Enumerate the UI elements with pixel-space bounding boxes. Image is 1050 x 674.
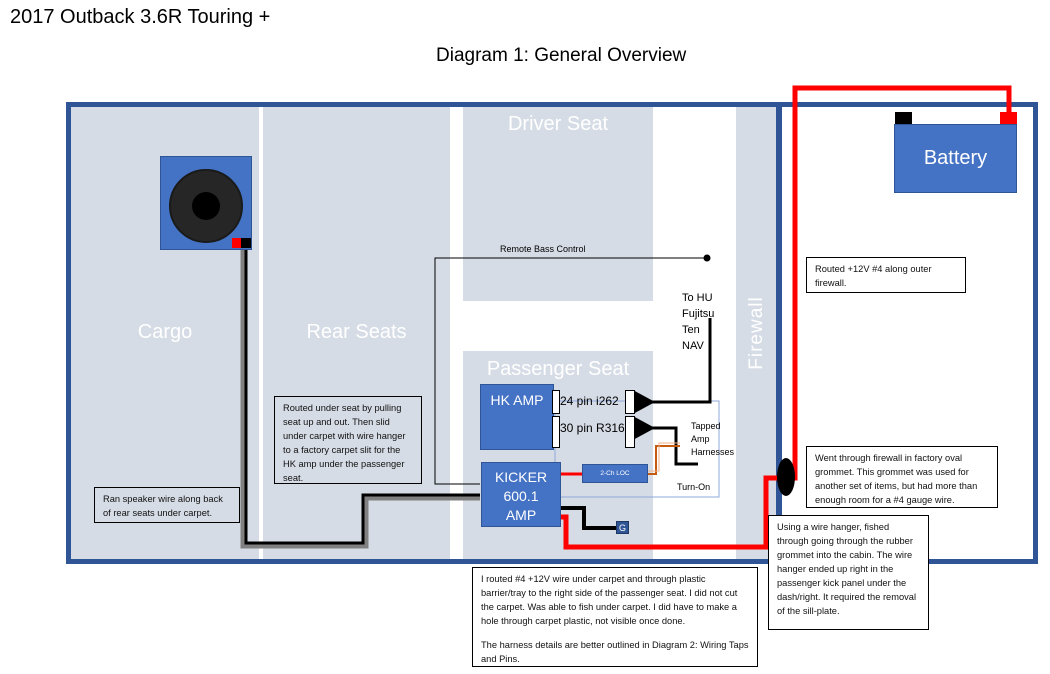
subwoofer-dustcap-icon [192,192,220,220]
remote-bass-label: Remote Bass Control [500,244,586,254]
turn-on-label: Turn-On [677,482,711,492]
speaker-positive-terminal [232,238,241,248]
to-hu-line-2: Fujitsu [682,308,715,320]
note-wire-hanger: Using a wire hanger, fished through goin… [768,515,929,630]
kicker-amp-label-3: AMP [505,507,537,523]
to-hu-label: To HU Fujitsu Ten NAV [682,290,714,354]
connector-24-label: 24 pin i262 [560,394,619,408]
note-grommet: Went through firewall in factory oval gr… [806,446,998,508]
tapped-line-3: Harnesses [691,447,735,457]
hk-connector-30-socket [552,416,560,448]
tapped-harness-label: Tapped Amp Harnesses [691,420,734,459]
harness-24-plug [625,390,635,414]
kicker-amp: KICKER 600.1 AMP [481,462,561,527]
loc-label: 2-Ch LOC [600,470,630,477]
harness-30-plug [625,416,635,448]
note-speaker-wire: Ran speaker wire along back of rear seat… [94,487,240,523]
note-routed-wire-p2: The harness details are better outlined … [481,640,749,664]
connector-30-label: 30 pin R316 [560,421,625,435]
connector-30-plug [633,416,655,440]
kicker-amp-label-1: KICKER [494,469,548,485]
to-hu-line-1: To HU [682,292,713,304]
note-outer-firewall: Routed +12V #4 along outer firewall. [806,257,966,293]
battery: Battery [894,124,1017,193]
remote-bass-wire [434,257,707,485]
line-output-converter: 2-Ch LOC [582,464,648,483]
note-routed-wire-p1: I routed #4 +12V wire under carpet and t… [481,574,738,626]
connector-24-plug [633,390,655,414]
to-hu-line-4: NAV [682,340,704,352]
hk-amp: HK AMP [480,384,554,450]
remote-bass-terminal [703,254,711,262]
battery-label: Battery [923,147,988,169]
ground-point: G [616,521,629,534]
note-under-seat: Routed under seat by pulling seat up and… [274,396,422,484]
hk-connector-24-socket [552,390,560,414]
kicker-amp-label-2: 600.1 [503,488,539,504]
hk-amp-label: HK AMP [490,392,544,408]
speaker-negative-terminal [241,238,251,248]
ground-label: G [618,523,626,533]
tapped-line-1: Tapped [691,421,721,431]
tapped-line-2: Amp [691,434,710,444]
firewall-grommet [777,458,795,496]
to-hu-line-3: Ten [682,324,700,336]
note-routed-wire: I routed #4 +12V wire under carpet and t… [472,567,758,667]
subwoofer-box [160,156,252,250]
